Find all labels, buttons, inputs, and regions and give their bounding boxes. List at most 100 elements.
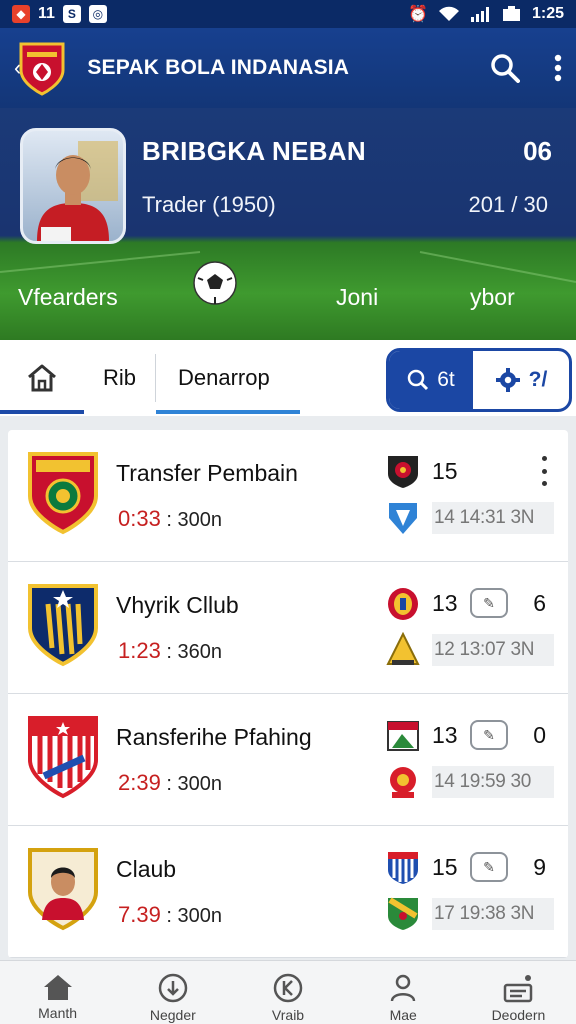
more-vert-icon[interactable] [538, 456, 550, 486]
team-badge-icon [388, 897, 418, 930]
item-score: 13 [432, 722, 458, 748]
item-time: 7.39 [118, 902, 161, 927]
hero-label-3: ybor [470, 284, 515, 310]
tab-rib[interactable]: Rib [84, 354, 156, 402]
nav-negder[interactable]: Negder [115, 961, 230, 1024]
item-detail: : 300n [166, 905, 222, 927]
comment-chip-icon[interactable]: ✎ [470, 852, 508, 882]
list-item[interactable]: Transfer Pembain 0:33 : 300n 15 14 14:31… [8, 430, 568, 562]
list-item[interactable]: Claub 7.39 : 300n 15 ✎ 9 17 19:38 3N [8, 826, 568, 958]
alarm-icon: ⏰ [408, 6, 428, 23]
item-title: Claub [116, 856, 177, 882]
wifi-icon [438, 6, 459, 21]
nav-label: Manth [38, 1005, 78, 1021]
person-icon [390, 974, 416, 1002]
comment-chip-icon[interactable]: ✎ [470, 720, 508, 750]
item-meta: 1:23 : 360n [118, 638, 222, 664]
segment-settings[interactable]: ?/ [473, 351, 569, 409]
nav-home[interactable]: Manth [0, 961, 115, 1024]
item-meta: 0:33 : 300n [118, 506, 222, 532]
k-circle-icon [273, 973, 303, 1003]
player-subtitle: Trader (1950) [142, 192, 276, 217]
profile-card-icon [504, 975, 533, 1003]
signal-icon [470, 7, 489, 22]
item-stats: 17 19:38 3N [432, 898, 554, 930]
gear-icon [495, 368, 520, 392]
nav-label: Negder [149, 1007, 196, 1023]
item-time: 0:33 [118, 506, 161, 531]
nav-mae[interactable]: Mae [346, 961, 461, 1024]
nav-label: Vraib [271, 1007, 305, 1023]
item-stats: 12 13:07 3N [432, 634, 554, 666]
club-crest [28, 584, 98, 667]
home-icon [43, 975, 72, 1000]
item-detail: : 300n [166, 773, 222, 795]
segment-search-label: 6t [437, 368, 455, 391]
item-meta: 7.39 : 300n [118, 902, 222, 928]
player-name: BRIBGKA NEBAN [142, 136, 366, 166]
segmented-control: 6t ?/ [386, 348, 572, 412]
search-icon[interactable] [490, 53, 520, 83]
team-badge-icon [389, 503, 417, 534]
player-photo [20, 128, 126, 244]
list-item[interactable]: Vhyrik Cllub 1:23 : 360n 13 ✎ 6 12 13:07… [8, 562, 568, 694]
item-title: Transfer Pembain [116, 460, 298, 486]
item-detail: : 300n [166, 509, 222, 531]
club-crest [28, 716, 98, 799]
item-time: 1:23 [118, 638, 161, 663]
player-hero-banner[interactable]: BRIBGKA NEBAN Trader (1950) 06 201 / 30 … [0, 108, 576, 340]
item-right-number: 9 [533, 854, 546, 880]
player-bottom-number: 201 / 30 [468, 192, 548, 217]
segment-settings-label: ?/ [528, 368, 548, 391]
list-item[interactable]: Ransferihe Pfahing 2:39 : 300n 13 ✎ 0 14… [8, 694, 568, 826]
item-title: Vhyrik Cllub [116, 592, 239, 618]
notification-d-icon: ◎ [88, 5, 107, 23]
team-badge-icon [387, 721, 419, 751]
nav-vraib[interactable]: Vraib [230, 961, 345, 1024]
app-bar: ‹ SEPAK BOLA INDANASIA [0, 28, 576, 108]
club-crest [28, 452, 98, 535]
item-stats: 14 14:31 3N [432, 502, 554, 534]
hero-label-1: Vfearders [18, 284, 118, 310]
search-small-icon [407, 369, 429, 391]
item-stats: 14 19:59 30 [432, 766, 554, 798]
bottom-navigation: Manth Negder Vraib Mae Deodern [0, 960, 576, 1024]
battery-icon [502, 6, 520, 21]
tab-denarrop[interactable]: Denarrop [156, 340, 300, 416]
team-badge-icon [388, 588, 418, 620]
item-right-number: 0 [533, 722, 546, 748]
team-badge-icon [388, 456, 418, 488]
item-score: 15 [432, 458, 458, 484]
app-logo-crest [19, 42, 65, 96]
status-time: 1:25 [531, 5, 564, 22]
status-bar: ◆ 11 S ◎ ⏰ 1:25 [0, 0, 576, 28]
item-right-number: 6 [533, 590, 546, 616]
status-left-number: 11 [38, 5, 55, 22]
item-title: Ransferihe Pfahing [116, 724, 312, 750]
nav-deodern[interactable]: Deodern [461, 961, 576, 1024]
download-circle-icon [158, 973, 188, 1003]
nav-label: Mae [389, 1007, 417, 1023]
app-title: SEPAK BOLA INDANASIA [87, 56, 350, 79]
home-icon [28, 364, 56, 392]
segment-search[interactable]: 6t [389, 351, 473, 409]
item-score: 13 [432, 590, 458, 616]
notification-s-icon: S [62, 5, 81, 23]
item-detail: : 360n [166, 641, 222, 663]
hero-label-2: Joni [336, 284, 379, 310]
item-meta: 2:39 : 300n [118, 770, 222, 796]
app-notification-icon: ◆ [12, 5, 30, 23]
more-vert-icon[interactable] [554, 54, 562, 82]
team-badge-icon [386, 632, 420, 665]
team-badge-icon [390, 767, 416, 798]
comment-chip-icon[interactable]: ✎ [470, 588, 508, 618]
item-time: 2:39 [118, 770, 161, 795]
item-score: 15 [432, 854, 458, 880]
team-badge-icon [388, 852, 418, 884]
football-icon [193, 261, 237, 305]
transfer-list: Transfer Pembain 0:33 : 300n 15 14 14:31… [8, 430, 568, 958]
player-top-number: 06 [523, 136, 552, 166]
tab-home[interactable] [0, 340, 84, 416]
nav-label: Deodern [491, 1007, 546, 1023]
player-avatar-crest [28, 848, 98, 931]
